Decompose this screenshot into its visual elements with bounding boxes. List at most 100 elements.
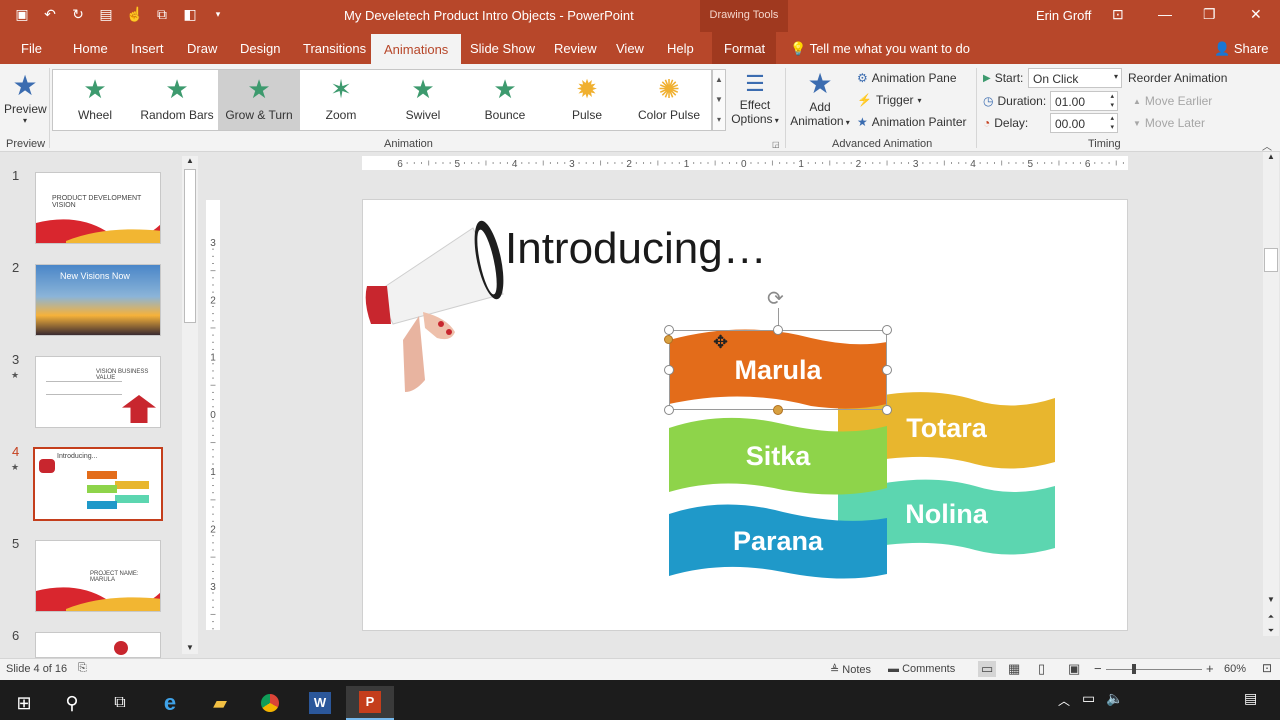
- duration-input[interactable]: 01.00 ▴ ▾: [1050, 91, 1118, 111]
- start-dropdown[interactable]: On Click ▾: [1028, 68, 1122, 88]
- network-icon[interactable]: ▭: [1082, 690, 1095, 707]
- effect-options-button[interactable]: ☰ Effect Options ▾: [730, 70, 780, 126]
- tab-view[interactable]: View: [616, 41, 644, 56]
- effect-pulse[interactable]: ✹ Pulse: [546, 70, 628, 130]
- restore-icon[interactable]: ❐: [1203, 6, 1216, 23]
- resize-handle[interactable]: [664, 365, 674, 375]
- next-slide-icon[interactable]: ⏷: [1263, 626, 1279, 636]
- present-from-start-icon[interactable]: ▤: [98, 6, 114, 23]
- tab-file[interactable]: File: [21, 41, 42, 56]
- resize-handle[interactable]: [882, 405, 892, 415]
- shapes-icon[interactable]: ◧: [182, 6, 198, 23]
- delay-input[interactable]: 00.00 ▴ ▾: [1050, 113, 1118, 133]
- zoom-slider-thumb[interactable]: [1132, 664, 1136, 674]
- normal-view-icon[interactable]: ▭: [978, 661, 997, 677]
- tab-animations[interactable]: Animations: [371, 34, 462, 64]
- edge-browser-icon[interactable]: e: [146, 686, 194, 720]
- resize-handle[interactable]: [882, 365, 892, 375]
- banner-sitka-label[interactable]: Sitka: [669, 441, 887, 472]
- banner-totara-label[interactable]: Totara: [838, 413, 1055, 444]
- slide-sorter-icon[interactable]: ▦: [1008, 661, 1020, 677]
- resize-handle[interactable]: [664, 325, 674, 335]
- tab-format[interactable]: Format: [724, 41, 765, 56]
- tell-me-search[interactable]: 💡 Tell me what you want to do: [790, 41, 970, 57]
- user-name[interactable]: Erin Groff: [1036, 8, 1091, 23]
- animation-painter-button[interactable]: ★ Animation Painter: [857, 115, 966, 129]
- scroll-thumb[interactable]: [184, 169, 196, 323]
- spellcheck-icon[interactable]: ⎘: [78, 662, 87, 675]
- previous-slide-icon[interactable]: ⏶: [1263, 612, 1279, 622]
- collapse-ribbon-icon[interactable]: ︿: [1262, 138, 1272, 153]
- effect-random-bars[interactable]: ★ Random Bars: [136, 70, 218, 130]
- slide-thumbnail-4[interactable]: Introducing...: [33, 447, 163, 521]
- share-button[interactable]: 👤 Share: [1214, 41, 1269, 57]
- task-view-icon[interactable]: ⧉: [96, 686, 144, 720]
- fit-slide-icon[interactable]: ⊡: [1262, 661, 1272, 675]
- zoom-out-icon[interactable]: −: [1094, 661, 1102, 676]
- preview-button[interactable]: ★ Preview ▾: [4, 70, 47, 134]
- resize-handle[interactable]: [664, 405, 674, 415]
- resize-handle[interactable]: [773, 325, 783, 335]
- tab-draw[interactable]: Draw: [187, 41, 217, 56]
- effect-wheel[interactable]: ★ Wheel: [54, 70, 136, 130]
- tab-transitions[interactable]: Transitions: [303, 41, 366, 56]
- rotate-handle-icon[interactable]: ⟳: [767, 286, 784, 311]
- effect-grow-turn[interactable]: ★ Grow & Turn: [218, 70, 300, 130]
- animation-pane-button[interactable]: ⚙ Animation Pane: [857, 71, 957, 85]
- tab-home[interactable]: Home: [73, 41, 108, 56]
- tab-insert[interactable]: Insert: [131, 41, 164, 56]
- thumbnails-scrollbar[interactable]: ▲ ▼: [182, 156, 198, 654]
- redo-icon[interactable]: ↻: [70, 6, 86, 23]
- tab-design[interactable]: Design: [240, 41, 280, 56]
- reading-view-icon[interactable]: ▯: [1038, 661, 1045, 677]
- effect-zoom[interactable]: ✶ Zoom: [300, 70, 382, 130]
- preview-dropdown-icon[interactable]: ▾: [4, 116, 46, 125]
- word-icon[interactable]: W: [296, 686, 344, 720]
- customize-qat-icon[interactable]: ▾: [210, 9, 226, 20]
- notifications-icon[interactable]: ▤: [1244, 690, 1257, 707]
- slide-thumbnail-2[interactable]: New Visions Now: [35, 264, 161, 336]
- scroll-down-icon[interactable]: ▼: [182, 643, 198, 652]
- gallery-up-icon[interactable]: ▲: [713, 70, 725, 90]
- search-icon[interactable]: ⚲: [48, 686, 96, 720]
- file-explorer-icon[interactable]: ▰: [196, 686, 244, 720]
- powerpoint-icon[interactable]: P: [346, 686, 394, 720]
- zoom-in-icon[interactable]: +: [1206, 661, 1214, 676]
- save-icon[interactable]: ▣: [14, 6, 30, 23]
- scroll-up-icon[interactable]: ▲: [1263, 152, 1279, 161]
- volume-icon[interactable]: 🔈: [1106, 690, 1123, 707]
- banner-parana-label[interactable]: Parana: [669, 526, 887, 557]
- scroll-up-icon[interactable]: ▲: [182, 156, 198, 165]
- comments-button[interactable]: ▬ Comments: [888, 663, 955, 675]
- gallery-down-icon[interactable]: ▼: [713, 90, 725, 110]
- scroll-down-icon[interactable]: ▼: [1263, 595, 1279, 604]
- touch-mode-icon[interactable]: ☝: [126, 6, 143, 23]
- notes-button[interactable]: ≜ Notes: [830, 663, 871, 676]
- resize-handle[interactable]: [882, 325, 892, 335]
- slide-scrollbar[interactable]: ▲ ▼ ⏶ ⏷: [1263, 152, 1279, 636]
- spinner-icon[interactable]: ▴ ▾: [1110, 92, 1114, 110]
- close-icon[interactable]: ✕: [1250, 6, 1262, 23]
- add-animation-button[interactable]: ★ Add Animation ▾: [788, 68, 852, 128]
- zoom-slider[interactable]: [1106, 664, 1202, 674]
- tab-review[interactable]: Review: [554, 41, 597, 56]
- gallery-scroll[interactable]: ▲ ▼ ▾: [712, 69, 726, 131]
- move-later-button[interactable]: ▼ Move Later: [1133, 116, 1205, 130]
- show-hidden-icons[interactable]: ︿: [1058, 692, 1070, 709]
- adjust-handle[interactable]: [773, 405, 783, 415]
- windows-start-icon[interactable]: ⊞: [0, 686, 48, 720]
- effect-color-pulse[interactable]: ✺ Color Pulse: [628, 70, 710, 130]
- gallery-more-icon[interactable]: ▾: [713, 110, 725, 130]
- slide-thumbnail-1[interactable]: PRODUCT DEVELOPMENT VISION: [35, 172, 161, 244]
- tab-slide-show[interactable]: Slide Show: [470, 41, 535, 56]
- minimize-icon[interactable]: —: [1158, 6, 1172, 22]
- slide-thumbnail-6[interactable]: [35, 632, 161, 658]
- adjust-handle[interactable]: [664, 335, 673, 344]
- chrome-icon[interactable]: [246, 686, 294, 720]
- effect-swivel[interactable]: ★ Swivel: [382, 70, 464, 130]
- slide-canvas[interactable]: Introducing… Marula Totara Sitka Nolina …: [362, 199, 1128, 631]
- move-earlier-button[interactable]: ▲ Move Earlier: [1133, 94, 1212, 108]
- effect-bounce[interactable]: ★ Bounce: [464, 70, 546, 130]
- dialog-launcher-icon[interactable]: ◲: [772, 140, 780, 149]
- screenshot-icon[interactable]: ⧉: [154, 6, 170, 23]
